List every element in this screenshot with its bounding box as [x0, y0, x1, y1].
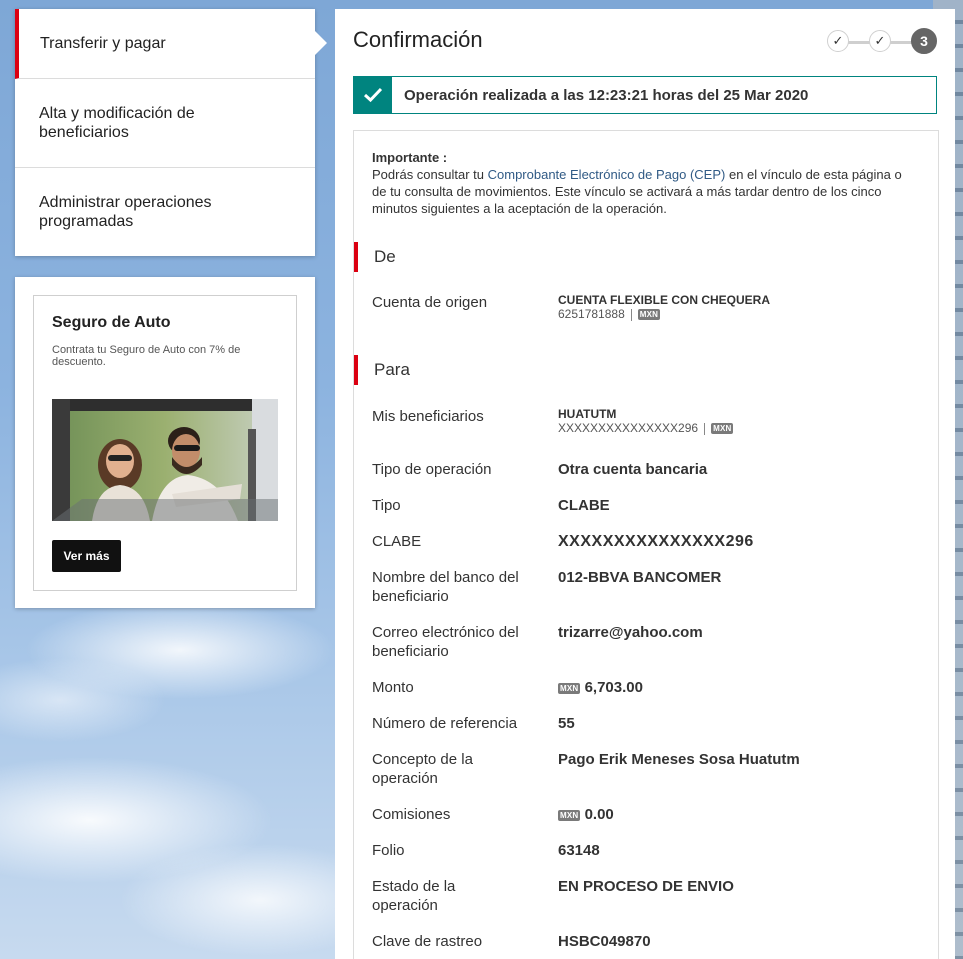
cep-link[interactable]: Comprobante Electrónico de Pago (CEP) [488, 167, 726, 182]
success-banner: Operación realizada a las 12:23:21 horas… [353, 76, 937, 114]
detail-label: Número de referencia [372, 715, 518, 732]
detail-value: MXN 6,703.00 [558, 678, 643, 697]
promo-inner: Seguro de Auto Contrata tu Seguro de Aut… [33, 295, 297, 591]
beneficiary-name: HUATUTM [558, 407, 617, 421]
detail-label: Monto [372, 679, 414, 696]
detail-value: 63148 [558, 842, 600, 859]
side-nav: Transferir y pagar Alta y modificación d… [15, 9, 327, 256]
origin-label: Cuenta de origen [372, 294, 488, 311]
detail-value: 55 [558, 715, 575, 732]
detail-label: Tipo [372, 497, 401, 514]
beneficiary-value: HUATUTM XXXXXXXXXXXXXXX296 MXN [558, 407, 734, 436]
detail-label: Estado de la operación [372, 878, 456, 914]
promo-title: Seguro de Auto [52, 314, 171, 331]
operation-details: Importante : Podrás consultar tu Comprob… [353, 130, 939, 959]
amount-value: 6,703.00 [584, 679, 643, 696]
detail-value: HSBC049870 [558, 933, 651, 950]
promo-description: Contrata tu Seguro de Auto con 7% de des… [52, 344, 241, 368]
detail-label: Correo electrónico del beneficiario [372, 624, 519, 660]
nav-item-label: Alta y modificación de beneficiarios [39, 105, 195, 141]
origin-account-name: CUENTA FLEXIBLE CON CHEQUERA [558, 293, 771, 307]
confirmation-panel: Confirmación ✓ ✓ 3 Operación realizada a… [335, 9, 955, 959]
checkmark-icon [354, 77, 392, 113]
promo-car-photo [52, 399, 278, 521]
detail-value: Otra cuenta bancaria [558, 461, 708, 478]
detail-value: Pago Erik Meneses Sosa Huatutm [558, 751, 800, 768]
currency-badge: MXN [711, 423, 734, 434]
currency-badge: MXN [558, 809, 581, 821]
nav-item-alta-beneficiarios[interactable]: Alta y modificación de beneficiarios [15, 79, 315, 168]
commission-value: 0.00 [584, 806, 614, 823]
step-2-complete-icon: ✓ [869, 30, 891, 52]
detail-label: Nombre del banco del beneficiario [372, 569, 519, 605]
detail-label: CLABE [372, 533, 422, 550]
notice-text-before: Podrás consultar tu [372, 167, 488, 182]
detail-label: Concepto de la operación [372, 751, 473, 787]
promo-card: Seguro de Auto Contrata tu Seguro de Aut… [15, 277, 315, 608]
nav-item-label: Administrar operaciones programadas [39, 194, 212, 230]
ver-mas-button[interactable]: Ver más [52, 540, 121, 572]
step-1-label: ✓ [832, 33, 844, 48]
detail-label: Clave de rastreo [372, 933, 483, 950]
origin-account-number: 6251781888 [558, 307, 625, 321]
step-1-complete-icon: ✓ [827, 30, 849, 52]
notice-heading: Importante : [372, 150, 448, 165]
detail-value: CLABE [558, 497, 610, 514]
success-message: Operación realizada a las 12:23:21 horas… [404, 86, 809, 104]
nav-item-label: Transferir y pagar [40, 35, 166, 52]
detail-value: EN PROCESO DE ENVIO [558, 878, 734, 895]
important-notice: Importante : Podrás consultar tu Comprob… [372, 149, 912, 217]
page-title: Confirmación [353, 27, 483, 52]
detail-value: XXXXXXXXXXXXXXX296 [558, 533, 754, 550]
step-3-label: 3 [920, 33, 928, 49]
detail-value: 012-BBVA BANCOMER [558, 569, 722, 586]
detail-value: trizarre@yahoo.com [558, 624, 703, 641]
step-2-label: ✓ [874, 33, 886, 48]
currency-badge: MXN [558, 682, 581, 694]
section-de: De [354, 242, 396, 272]
currency-badge: MXN [637, 309, 661, 320]
step-progress: ✓ ✓ 3 [827, 28, 939, 55]
nav-item-operaciones-programadas[interactable]: Administrar operaciones programadas [15, 168, 315, 256]
detail-value: MXN 0.00 [558, 805, 614, 824]
detail-label: Folio [372, 842, 405, 859]
beneficiary-account: XXXXXXXXXXXXXXX296 [558, 421, 699, 435]
section-para: Para [354, 355, 410, 385]
beneficiary-label: Mis beneficiarios [372, 408, 484, 425]
step-3-current: 3 [911, 28, 937, 54]
nav-item-transferir-y-pagar[interactable]: Transferir y pagar [15, 9, 327, 79]
detail-label: Comisiones [372, 806, 451, 823]
detail-label: Tipo de operación [372, 461, 492, 478]
origin-value: CUENTA FLEXIBLE CON CHEQUERA 6251781888 … [558, 293, 770, 322]
